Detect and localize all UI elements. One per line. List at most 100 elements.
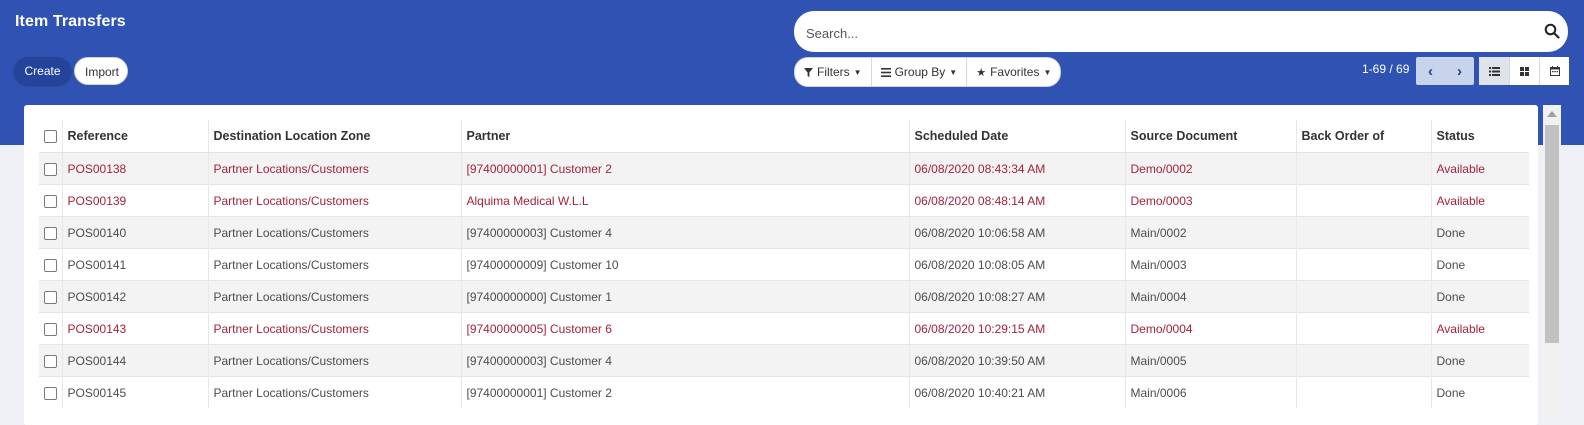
cell-partner: [97400000005] Customer 6 bbox=[461, 312, 910, 345]
scrollbar-thumb[interactable] bbox=[1545, 125, 1559, 343]
cell-back-order-of bbox=[1296, 184, 1432, 217]
column-header-scheduled-date[interactable]: Scheduled Date bbox=[909, 120, 1126, 153]
row-checkbox-cell bbox=[39, 280, 63, 313]
row-checkbox[interactable] bbox=[44, 226, 57, 240]
table-row[interactable]: POS00140 Partner Locations/Customers [97… bbox=[39, 216, 1529, 249]
cell-partner: [97400000003] Customer 4 bbox=[461, 344, 910, 377]
transfers-table: Reference Destination Location Zone Part… bbox=[39, 120, 1529, 408]
row-checkbox[interactable] bbox=[44, 290, 57, 304]
column-header-reference[interactable]: Reference bbox=[62, 120, 209, 153]
cell-destination-zone: Partner Locations/Customers bbox=[208, 248, 462, 281]
row-checkbox-cell bbox=[39, 216, 63, 249]
cell-destination-zone: Partner Locations/Customers bbox=[208, 184, 462, 217]
cell-source-document: Main/0002 bbox=[1125, 216, 1297, 249]
row-checkbox[interactable] bbox=[44, 194, 57, 208]
table-row[interactable]: POS00139 Partner Locations/Customers Alq… bbox=[39, 184, 1529, 217]
cell-source-document: Main/0003 bbox=[1125, 248, 1297, 281]
row-checkbox-cell bbox=[39, 376, 63, 408]
row-checkbox[interactable] bbox=[44, 162, 57, 176]
search-bar bbox=[794, 11, 1568, 52]
vertical-scrollbar[interactable] bbox=[1543, 105, 1561, 415]
calendar-view-button[interactable] bbox=[1539, 57, 1569, 85]
cell-source-document: Main/0005 bbox=[1125, 344, 1297, 377]
page-title: Item Transfers bbox=[15, 13, 126, 30]
cell-partner: [97400000003] Customer 4 bbox=[461, 216, 910, 249]
row-checkbox-cell bbox=[39, 184, 63, 217]
table-row[interactable]: POS00138 Partner Locations/Customers [97… bbox=[39, 152, 1529, 185]
search-icon[interactable] bbox=[1544, 23, 1560, 39]
row-checkbox-cell bbox=[39, 312, 63, 345]
cell-source-document: Main/0004 bbox=[1125, 280, 1297, 313]
column-header-status[interactable]: Status bbox=[1431, 120, 1529, 153]
column-header-source-document[interactable]: Source Document bbox=[1125, 120, 1297, 153]
caret-down-icon: ▼ bbox=[949, 67, 958, 77]
column-header-destination-zone[interactable]: Destination Location Zone bbox=[208, 120, 462, 153]
cell-destination-zone: Partner Locations/Customers bbox=[208, 376, 462, 408]
cell-partner: [97400000009] Customer 10 bbox=[461, 248, 910, 281]
cell-scheduled-date: 06/08/2020 10:40:21 AM bbox=[909, 376, 1126, 408]
cell-reference: POS00145 bbox=[62, 376, 209, 408]
star-icon: ★ bbox=[976, 66, 987, 79]
cell-scheduled-date: 06/08/2020 10:06:58 AM bbox=[909, 216, 1126, 249]
caret-down-icon: ▼ bbox=[1043, 67, 1052, 77]
cell-destination-zone: Partner Locations/Customers bbox=[208, 344, 462, 377]
cell-status: Available bbox=[1431, 184, 1529, 217]
cell-back-order-of bbox=[1296, 312, 1432, 345]
create-button[interactable]: Create bbox=[14, 57, 71, 85]
row-checkbox-cell bbox=[39, 248, 63, 281]
cell-back-order-of bbox=[1296, 376, 1432, 408]
cell-scheduled-date: 06/08/2020 10:08:27 AM bbox=[909, 280, 1126, 313]
table-row[interactable]: POS00143 Partner Locations/Customers [97… bbox=[39, 312, 1529, 345]
scroll-up-arrow-icon[interactable] bbox=[1547, 111, 1557, 117]
group-by-dropdown[interactable]: Group By ▼ bbox=[872, 58, 968, 86]
previous-page-button[interactable]: ‹ bbox=[1416, 57, 1445, 85]
cell-status: Available bbox=[1431, 312, 1529, 345]
select-all-checkbox[interactable] bbox=[44, 130, 57, 144]
cell-partner: [97400000001] Customer 2 bbox=[461, 152, 910, 185]
cell-back-order-of bbox=[1296, 248, 1432, 281]
table-header-row: Reference Destination Location Zone Part… bbox=[39, 120, 1529, 153]
cell-back-order-of bbox=[1296, 152, 1432, 185]
table-row[interactable]: POS00142 Partner Locations/Customers [97… bbox=[39, 280, 1529, 313]
cell-reference: POS00143 bbox=[62, 312, 209, 345]
list-view-button[interactable] bbox=[1479, 57, 1509, 85]
cell-status: Done bbox=[1431, 280, 1529, 313]
cell-destination-zone: Partner Locations/Customers bbox=[208, 216, 462, 249]
select-all-cell bbox=[39, 120, 63, 153]
cell-reference: POS00144 bbox=[62, 344, 209, 377]
calendar-icon bbox=[1549, 66, 1560, 76]
row-checkbox[interactable] bbox=[44, 322, 57, 336]
cell-status: Done bbox=[1431, 248, 1529, 281]
list-icon bbox=[1488, 66, 1500, 76]
cell-destination-zone: Partner Locations/Customers bbox=[208, 312, 462, 345]
table-row[interactable]: POS00141 Partner Locations/Customers [97… bbox=[39, 248, 1529, 281]
pager-value[interactable]: 1-69 / 69 bbox=[1362, 62, 1409, 76]
cell-destination-zone: Partner Locations/Customers bbox=[208, 152, 462, 185]
cell-reference: POS00138 bbox=[62, 152, 209, 185]
next-page-button[interactable]: › bbox=[1445, 57, 1474, 85]
row-checkbox-cell bbox=[39, 344, 63, 377]
cell-status: Done bbox=[1431, 344, 1529, 377]
kanban-view-button[interactable] bbox=[1509, 57, 1539, 85]
column-header-back-order-of[interactable]: Back Order of bbox=[1296, 120, 1432, 153]
cell-reference: POS00140 bbox=[62, 216, 209, 249]
column-header-partner[interactable]: Partner bbox=[461, 120, 910, 153]
cell-back-order-of bbox=[1296, 216, 1432, 249]
cell-reference: POS00139 bbox=[62, 184, 209, 217]
favorites-label: Favorites bbox=[990, 65, 1040, 79]
bars-icon bbox=[880, 67, 891, 77]
cell-status: Done bbox=[1431, 216, 1529, 249]
table-row[interactable]: POS00144 Partner Locations/Customers [97… bbox=[39, 344, 1529, 377]
cell-back-order-of bbox=[1296, 344, 1432, 377]
row-checkbox[interactable] bbox=[44, 258, 57, 272]
search-input[interactable] bbox=[804, 22, 1528, 44]
row-checkbox[interactable] bbox=[44, 354, 57, 368]
row-checkbox-cell bbox=[39, 152, 63, 185]
import-button[interactable]: Import bbox=[74, 57, 128, 85]
table-row[interactable]: POS00145 Partner Locations/Customers [97… bbox=[39, 376, 1529, 408]
favorites-dropdown[interactable]: ★ Favorites ▼ bbox=[967, 58, 1060, 86]
row-checkbox[interactable] bbox=[44, 386, 57, 400]
cell-reference: POS00141 bbox=[62, 248, 209, 281]
cell-source-document: Main/0006 bbox=[1125, 376, 1297, 408]
filters-dropdown[interactable]: Filters ▼ bbox=[795, 58, 872, 86]
